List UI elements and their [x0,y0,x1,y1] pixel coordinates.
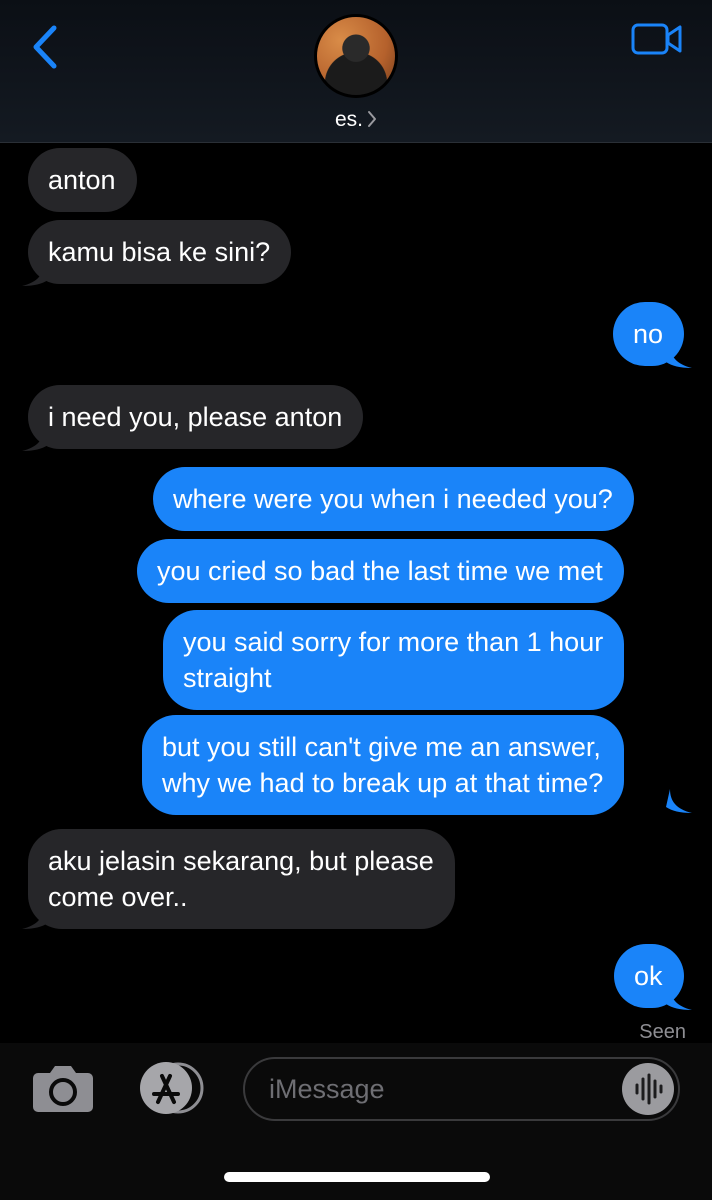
message-bubble-outgoing[interactable]: but you still can't give me an answer, w… [142,715,625,815]
contact-avatar[interactable] [314,14,398,98]
conversation-header: es. [0,0,712,143]
camera-button[interactable] [32,1063,94,1113]
video-camera-icon [631,23,682,55]
bubble-tail [666,344,692,368]
message-bubble-incoming[interactable]: anton [28,148,137,212]
bubble-tail [22,427,48,451]
bubble-tail [22,905,48,929]
message-bubble-incoming[interactable]: i need you, please anton [28,385,364,449]
audio-waveform-icon [635,1073,663,1105]
message-bubble-outgoing[interactable]: you said sorry for more than 1 hour stra… [163,610,625,710]
contact-name: es. [334,108,363,131]
bubble-tail [666,789,692,813]
bubble-tail [666,986,692,1010]
message-bubble-incoming[interactable]: aku jelasin sekarang, but please come ov… [28,829,455,929]
app-store-icon [140,1062,204,1114]
home-indicator[interactable] [224,1172,490,1182]
imessage-input[interactable] [243,1057,680,1121]
contact-details-link[interactable]: es. [0,108,712,132]
app-store-button[interactable] [134,1061,206,1115]
back-button[interactable] [26,22,66,72]
message-bubble-outgoing[interactable]: you cried so bad the last time we met [137,539,624,603]
audio-message-button[interactable] [622,1063,674,1115]
chevron-left-icon [33,25,57,69]
bubble-tail [22,262,48,286]
read-receipt: Seen [639,1021,686,1043]
message-bubble-outgoing[interactable]: where were you when i needed you? [153,467,634,531]
message-bubble-incoming[interactable]: kamu bisa ke sini? [28,220,292,284]
facetime-video-button[interactable] [630,20,684,60]
camera-icon [33,1066,93,1112]
chevron-right-icon [368,111,376,127]
